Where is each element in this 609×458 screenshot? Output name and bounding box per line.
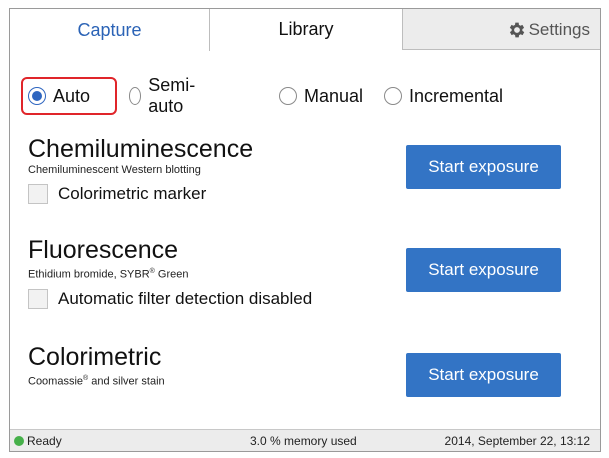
tab-bar: Capture Library Settings <box>10 9 600 51</box>
tab-capture-label: Capture <box>77 19 142 40</box>
app-window: Capture Library Settings Auto Semi-auto … <box>9 8 601 452</box>
auto-filter-option[interactable]: Automatic filter detection disabled <box>28 288 313 309</box>
tab-settings-label: Settings <box>528 19 590 39</box>
mode-auto-label: Auto <box>53 85 91 106</box>
color-subtitle: Coomassie® and silver stain <box>28 375 165 388</box>
memory-usage: 3.0 % memory used <box>250 434 357 448</box>
colorimetric-marker-label: Colorimetric marker <box>58 184 207 203</box>
mode-manual[interactable]: Manual <box>279 77 363 115</box>
auto-filter-checkbox[interactable] <box>28 288 48 309</box>
chemi-start-exposure-button[interactable]: Start exposure <box>406 145 561 189</box>
fluor-title: Fluorescence <box>28 236 179 264</box>
mode-manual-label: Manual <box>304 85 364 106</box>
radio-semi-auto[interactable] <box>129 87 142 105</box>
fluor-subtitle: Ethidium bromide, SYBR® Green <box>28 268 189 281</box>
tab-library-label: Library <box>278 19 334 39</box>
chemi-title: Chemiluminescence <box>28 135 254 163</box>
colorimetric-marker-option[interactable]: Colorimetric marker <box>28 184 253 204</box>
colorimetric-marker-checkbox[interactable] <box>28 184 48 204</box>
fluor-start-exposure-button[interactable]: Start exposure <box>406 248 561 292</box>
color-start-exposure-button[interactable]: Start exposure <box>406 353 561 397</box>
status-ready: Ready <box>14 434 62 448</box>
radio-incremental[interactable] <box>384 87 402 105</box>
status-bar: Ready 3.0 % memory used 2014, September … <box>10 429 600 451</box>
mode-auto[interactable]: Auto <box>28 77 90 115</box>
radio-auto[interactable] <box>28 87 46 105</box>
section-chemiluminescence: Chemiluminescence Chemiluminescent Weste… <box>28 136 253 204</box>
section-fluorescence: Fluorescence Ethidium bromide, SYBR® Gre… <box>28 237 312 309</box>
gear-icon <box>509 22 524 37</box>
status-ready-label: Ready <box>27 434 62 448</box>
radio-manual[interactable] <box>279 87 297 105</box>
mode-incremental-label: Incremental <box>409 85 504 106</box>
tab-library[interactable]: Library <box>210 9 403 50</box>
mode-incremental[interactable]: Incremental <box>384 77 503 115</box>
tab-settings[interactable]: Settings <box>403 9 600 50</box>
chemi-subtitle: Chemiluminescent Western blotting <box>28 164 201 176</box>
status-datetime: 2014, September 22, 13:12 <box>444 434 590 448</box>
status-led-icon <box>14 436 24 446</box>
mode-semi-auto-label: Semi-auto <box>148 75 196 116</box>
mode-semi-auto[interactable]: Semi-auto <box>129 75 201 116</box>
auto-filter-label: Automatic filter detection disabled <box>58 288 313 308</box>
section-colorimetric: Colorimetric Coomassie® and silver stain <box>28 344 165 389</box>
tab-capture[interactable]: Capture <box>10 9 210 51</box>
color-title: Colorimetric <box>28 343 162 371</box>
